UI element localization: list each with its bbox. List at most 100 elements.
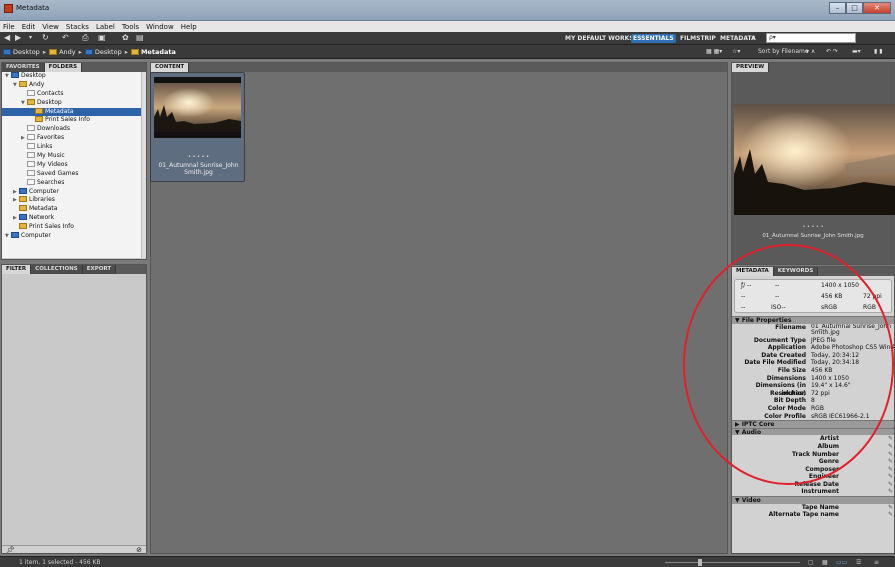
section-video[interactable]: ▼ Video: [732, 496, 894, 504]
slider-handle[interactable]: [698, 559, 702, 566]
view-grid-icon[interactable]: ▦: [822, 559, 828, 566]
folder-tree-item[interactable]: My Music: [2, 152, 146, 161]
menu-tools[interactable]: Tools: [122, 23, 139, 31]
search-input[interactable]: ρ▾: [766, 33, 856, 43]
metadata-row[interactable]: Release Date ✎: [732, 481, 894, 489]
output-icon[interactable]: ▤: [136, 33, 144, 43]
open-recent-icon[interactable]: ✿: [122, 33, 129, 43]
star-filter-icon[interactable]: ☆▾: [732, 48, 740, 55]
edit-pencil-icon[interactable]: ✎: [888, 466, 894, 474]
folder-tree-item[interactable]: ▼ Desktop: [2, 72, 146, 81]
sort-ascending-icon[interactable]: ▾ ∧: [806, 48, 815, 55]
sort-dropdown[interactable]: Sort by Filename: [758, 48, 809, 55]
return-icon[interactable]: ↶: [62, 33, 69, 43]
tab-export[interactable]: EXPORT: [82, 265, 117, 274]
view-list-icon[interactable]: ≡: [874, 559, 879, 566]
edit-pencil-icon[interactable]: ✎: [888, 481, 894, 489]
metadata-value[interactable]: [842, 488, 888, 496]
folder-tree-item[interactable]: Searches: [2, 178, 146, 188]
menu-help[interactable]: Help: [181, 23, 197, 31]
minimize-button[interactable]: –: [829, 2, 846, 14]
edit-pencil-icon[interactable]: ✎: [888, 443, 894, 451]
metadata-row[interactable]: Alternate Tape name ✎: [732, 511, 894, 519]
folder-tree-item[interactable]: ▶ Favorites: [2, 134, 146, 143]
camera-icon[interactable]: ⎙: [82, 33, 88, 43]
breadcrumb-current[interactable]: Metadata: [141, 48, 176, 56]
folder-tree-item[interactable]: ▼ Computer: [2, 232, 146, 241]
breadcrumb-desktop-2[interactable]: Desktop: [95, 48, 122, 56]
metadata-value[interactable]: [842, 504, 888, 512]
folder-tree-scrollbar[interactable]: [141, 72, 146, 258]
folder-tree-item[interactable]: ▶ Libraries: [2, 196, 146, 205]
metadata-row[interactable]: Tape Name ✎: [732, 504, 894, 512]
menu-edit[interactable]: Edit: [22, 23, 36, 31]
metadata-value[interactable]: [842, 466, 888, 474]
folder-tree-item[interactable]: ▼ Andy: [2, 80, 146, 90]
folder-tree-item[interactable]: ▶ Network: [2, 214, 146, 223]
edit-pencil-icon[interactable]: ✎: [888, 473, 894, 481]
workspace-essentials[interactable]: ESSENTIALS: [631, 34, 676, 43]
new-folder-icon[interactable]: ▬▾: [852, 48, 861, 55]
folders-panel: FAVORITES FOLDERS ▼ Desktop ▼ Andy Contacts ▼…: [1, 62, 147, 260]
metadata-row[interactable]: Instrument ✎: [732, 488, 894, 496]
chevron-right-icon: ▸: [42, 48, 47, 56]
folder-tree-item[interactable]: Metadata: [2, 107, 146, 117]
folder-label: Metadata: [29, 205, 58, 213]
view-details-icon[interactable]: ☰: [856, 559, 861, 566]
folder-tree-item[interactable]: Contacts: [2, 89, 146, 99]
menu-window[interactable]: Window: [146, 23, 174, 31]
rotate-icon[interactable]: ↶ ↷: [826, 48, 838, 55]
folder-tree-item[interactable]: ▼ Desktop: [2, 98, 146, 108]
pin-icon[interactable]: 📌︎: [6, 546, 15, 554]
view-grid-icon[interactable]: ▦ ▦▾: [706, 48, 722, 55]
tab-preview[interactable]: PREVIEW: [732, 63, 770, 72]
view-thumbnails-icon[interactable]: ▭▭: [836, 559, 847, 566]
dropdown-chevron-icon[interactable]: ▾: [29, 33, 32, 43]
folder-tree-item[interactable]: Links: [2, 143, 146, 152]
edit-pencil-icon[interactable]: ✎: [888, 451, 894, 459]
close-button[interactable]: ✕: [863, 2, 891, 14]
tab-collections[interactable]: COLLECTIONS: [31, 265, 83, 274]
folder-tree-item[interactable]: Downloads: [2, 125, 146, 134]
folder-label: Contacts: [37, 89, 64, 97]
folder-tree-item[interactable]: ▶ Computer: [2, 187, 146, 197]
edit-pencil-icon[interactable]: ✎: [888, 458, 894, 466]
edit-pencil-icon[interactable]: ✎: [888, 504, 894, 512]
menu-stacks[interactable]: Stacks: [66, 23, 89, 31]
folder-tree-item[interactable]: Metadata: [2, 205, 146, 214]
maximize-button[interactable]: □: [846, 2, 863, 14]
back-arrow-icon[interactable]: ◀: [4, 33, 10, 43]
metadata-value[interactable]: [842, 511, 888, 519]
recent-folders-icon[interactable]: ↻: [42, 33, 49, 43]
tab-folders[interactable]: FOLDERS: [44, 63, 83, 72]
refine-icon[interactable]: ▣: [98, 33, 106, 43]
clear-filter-icon[interactable]: ⊘: [136, 546, 142, 554]
workspace-filmstrip[interactable]: FILMSTRIP: [678, 34, 718, 43]
menu-file[interactable]: File: [3, 23, 15, 31]
thumbnail-size-slider[interactable]: [665, 562, 800, 563]
edit-pencil-icon[interactable]: ✎: [888, 511, 894, 519]
folder-tree-item[interactable]: Print Sales Info: [2, 223, 146, 232]
lock-icon[interactable]: ▢: [808, 559, 814, 566]
folder-tree-item[interactable]: Saved Games: [2, 169, 146, 179]
menu-view[interactable]: View: [42, 23, 59, 31]
metadata-value[interactable]: [842, 481, 888, 489]
folder-icon: [19, 205, 27, 212]
tab-content[interactable]: CONTENT: [151, 63, 190, 72]
thumbnail-item[interactable]: • • • • • 01_Autumnal Sunrise_John Smith…: [150, 72, 245, 182]
menu-bar: File Edit View Stacks Label Tools Window…: [0, 21, 895, 32]
folder-tree-item[interactable]: My Videos: [2, 160, 146, 170]
breadcrumb-desktop[interactable]: Desktop: [13, 48, 40, 56]
forward-arrow-icon[interactable]: ▶: [15, 33, 21, 43]
menu-label[interactable]: Label: [96, 23, 115, 31]
edit-pencil-icon[interactable]: ✎: [888, 435, 894, 443]
breadcrumb-andy[interactable]: Andy: [59, 48, 76, 56]
delete-icon[interactable]: ▮ ▮: [874, 48, 883, 55]
tab-filter[interactable]: FILTER: [2, 265, 32, 274]
workspace-chevron-icon[interactable]: ▾: [752, 33, 755, 43]
tab-favorites[interactable]: FAVORITES: [2, 63, 45, 72]
preview-image[interactable]: [734, 104, 895, 215]
metadata-value[interactable]: [842, 473, 888, 481]
edit-pencil-icon[interactable]: ✎: [888, 488, 894, 496]
folder-tree-item[interactable]: Print Sales Info: [2, 116, 146, 125]
